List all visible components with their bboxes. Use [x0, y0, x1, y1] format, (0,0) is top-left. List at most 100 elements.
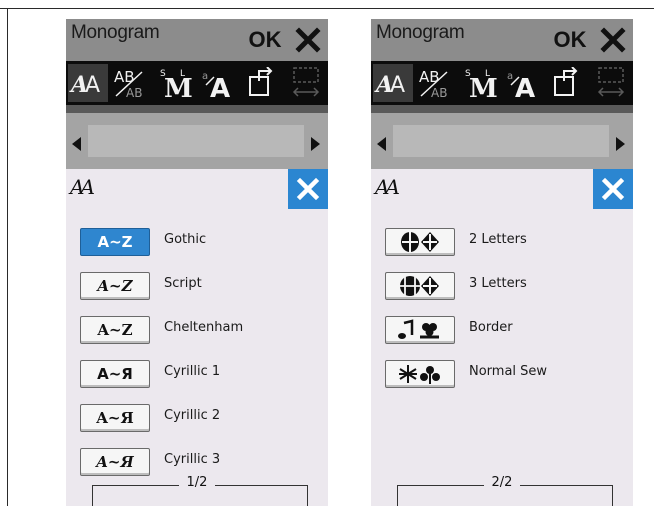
size-button[interactable]: a A [198, 64, 238, 102]
edit-icon [554, 67, 578, 96]
svg-text:S: S [465, 69, 471, 79]
cursor-left-button[interactable] [68, 133, 86, 155]
font-style-button[interactable]: A A [68, 64, 108, 102]
font-option-label: Cyrillic 3 [164, 452, 221, 467]
screen-title: Monogram [376, 22, 465, 43]
svg-text:AB: AB [114, 68, 135, 86]
edit-icon [249, 67, 273, 96]
font-option-cyrillic-2[interactable]: A~Я Cyrillic 2 [66, 402, 328, 432]
close-button[interactable] [593, 19, 633, 61]
layout-button[interactable] [286, 64, 326, 102]
cheltenham-swatch[interactable]: A~Z [80, 316, 150, 344]
svg-text:a: a [202, 71, 208, 82]
cyrillic-2-swatch[interactable]: A~Я [80, 404, 150, 432]
font-menu-close-button[interactable] [593, 169, 633, 209]
edit-toolbar: A A AB AB M S L a A [371, 61, 633, 105]
svg-text:M: M [469, 74, 497, 101]
font-option-cheltenham[interactable]: A~Z Cheltenham [66, 314, 328, 344]
triangle-right-icon [616, 137, 625, 151]
cyrillic-1-swatch[interactable]: A~Я [80, 360, 150, 388]
option-label: 2 Letters [469, 232, 527, 247]
svg-text:M: M [164, 74, 192, 101]
page-number: 2/2 [483, 475, 521, 490]
border-swatch[interactable] [385, 316, 455, 344]
size-button[interactable]: a A [503, 64, 543, 102]
svg-text:L: L [485, 69, 490, 79]
2-letter-monogram-icon [401, 232, 439, 252]
font-option-cyrillic-3[interactable]: A~Я Cyrillic 3 [66, 446, 328, 476]
edit-button[interactable] [547, 64, 587, 102]
page-number: 1/2 [178, 475, 216, 490]
font-option-script[interactable]: A~Z Script [66, 270, 328, 300]
ok-button[interactable]: OK [244, 19, 286, 61]
font-option-gothic[interactable]: A~Z Gothic [66, 226, 328, 256]
cursor-right-button[interactable] [306, 133, 324, 155]
edit-toolbar: A A AB AB M S L a A [66, 61, 328, 105]
font-style-icon: AA [70, 175, 95, 199]
option-3-letters[interactable]: 3 Letters [371, 270, 633, 300]
gothic-swatch[interactable]: A~Z [80, 228, 150, 256]
option-2-letters[interactable]: 2 Letters [371, 226, 633, 256]
layout-icon [597, 67, 625, 97]
font-option-label: Cyrillic 2 [164, 408, 221, 423]
close-icon [296, 177, 320, 201]
normal-sew-icon [399, 365, 440, 384]
svg-text:AB: AB [431, 86, 447, 100]
text-display-field[interactable] [393, 125, 609, 157]
3-letter-monogram-icon [400, 276, 439, 296]
ok-button[interactable]: OK [549, 19, 591, 61]
svg-text:S: S [160, 69, 166, 79]
cursor-right-button[interactable] [611, 133, 629, 155]
page-indicator: 2/2 [371, 475, 633, 490]
option-border[interactable]: Border [371, 314, 633, 344]
svg-text:a: a [507, 71, 513, 82]
mirror-icon: M S L [160, 69, 192, 101]
monogram-screen-page-1: Monogram OK A A AB AB M S L a A AA A~Z G… [66, 19, 328, 506]
text-input-bar [371, 113, 633, 169]
font-style-icon: A A [69, 72, 100, 98]
triangle-right-icon [311, 137, 320, 151]
cyrillic-3-swatch[interactable]: A~Я [80, 448, 150, 476]
font-style-button[interactable]: A A [373, 64, 413, 102]
mirror-button[interactable]: M S L [154, 64, 194, 102]
mirror-icon: M S L [465, 69, 497, 101]
close-icon [295, 27, 321, 53]
screen-title: Monogram [71, 22, 160, 43]
font-style-icon: AA [375, 175, 400, 199]
cursor-left-button[interactable] [373, 133, 391, 155]
page-top-rule [0, 8, 654, 9]
svg-text:AB: AB [126, 86, 142, 100]
3-letters-swatch[interactable] [385, 272, 455, 300]
text-input-bar [66, 113, 328, 169]
font-menu-close-button[interactable] [288, 169, 328, 209]
triangle-left-icon [72, 137, 81, 151]
edit-button[interactable] [242, 64, 282, 102]
font-option-label: Gothic [164, 232, 207, 247]
close-button[interactable] [288, 19, 328, 61]
layout-button[interactable] [591, 64, 631, 102]
2-letters-swatch[interactable] [385, 228, 455, 256]
page-left-rule [7, 8, 8, 506]
option-normal-sew[interactable]: Normal Sew [371, 358, 633, 388]
size-icon: a A [507, 71, 535, 101]
script-swatch[interactable]: A~Z [80, 272, 150, 300]
vertical-text-button[interactable]: AB AB [415, 64, 455, 102]
svg-text:A: A [85, 73, 100, 98]
toolbar-divider [371, 105, 633, 113]
toolbar-divider [66, 105, 328, 113]
vertical-text-icon: AB AB [114, 68, 143, 100]
triangle-left-icon [377, 137, 386, 151]
option-label: 3 Letters [469, 276, 527, 291]
layout-icon [292, 67, 320, 97]
font-style-icon: A A [374, 72, 405, 98]
font-option-cyrillic-1[interactable]: A~Я Cyrillic 1 [66, 358, 328, 388]
mirror-button[interactable]: M S L [459, 64, 499, 102]
normal-sew-swatch[interactable] [385, 360, 455, 388]
size-icon: a A [202, 71, 230, 101]
monogram-screen-page-2: Monogram OK A A AB AB M S L a A AA 2 Let… [371, 19, 633, 506]
vertical-text-button[interactable]: AB AB [110, 64, 150, 102]
close-icon [600, 27, 626, 53]
text-display-field[interactable] [88, 125, 304, 157]
option-label: Border [469, 320, 513, 335]
close-icon [601, 177, 625, 201]
